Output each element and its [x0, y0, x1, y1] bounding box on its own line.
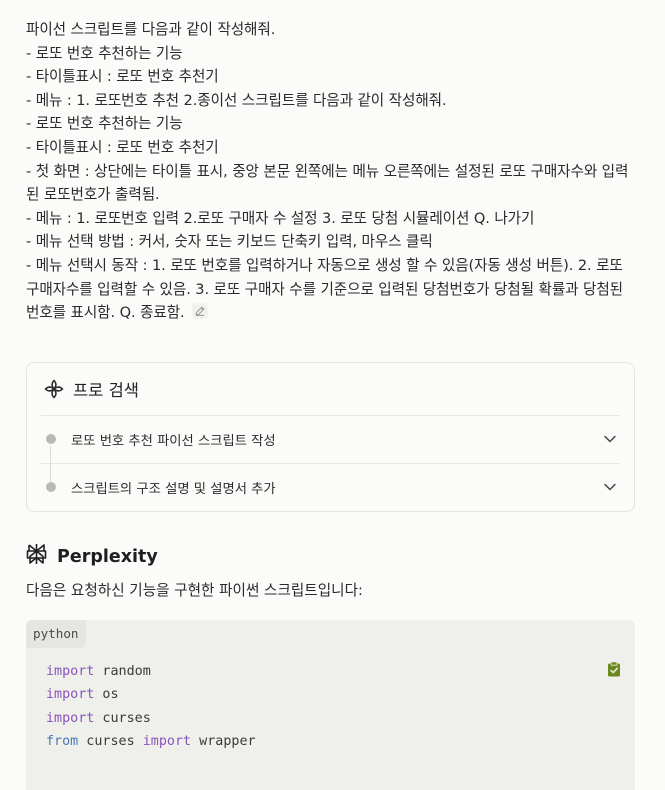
query-line: - 로또 번호 추천하는 기능 — [26, 115, 183, 133]
pro-search-header: 프로 검색 — [43, 376, 139, 402]
code-language-tag: python — [26, 620, 86, 648]
query-line: - 메뉴 : 1. 로또번호 추천 2.종이선 스크립트를 다음과 같이 작성해… — [26, 91, 447, 109]
chevron-down-icon[interactable] — [602, 479, 618, 495]
code-line: from curses import wrapper — [46, 730, 256, 753]
code-line: import os — [46, 683, 256, 706]
step-check-icon — [46, 434, 56, 444]
pro-search-icon — [43, 378, 65, 400]
code-text: curses — [78, 734, 143, 750]
query-line-last: - 메뉴 선택시 동작 : 1. 로또 번호를 입력하거나 자동으로 생성 할 … — [26, 254, 636, 325]
user-query: 파이선 스크립트를 다음과 같이 작성해줘. - 로또 번호 추천하는 기능 -… — [26, 18, 636, 325]
code-text: wrapper — [191, 734, 256, 750]
query-line: - 타이틀표시 : 로또 번호 추천기 — [26, 68, 219, 86]
code-keyword: from — [46, 734, 79, 750]
query-line: - 로또 번호 추천하는 기능 — [26, 44, 183, 62]
answer-header: Perplexity — [26, 543, 158, 570]
step-label: 로또 번호 추천 파이선 스크립트 작성 — [71, 433, 276, 449]
code-text: random — [94, 664, 151, 679]
query-line: - 첫 화면 : 상단에는 타이틀 표시, 중앙 본문 왼쪽에는 메뉴 오른쪽에… — [26, 162, 629, 204]
code-content: import random import os import curses from … — [46, 660, 256, 754]
code-keyword: import — [46, 687, 95, 703]
answer-intro-text: 다음은 요청하신 기능을 구현한 파이썬 스크립트입니다: — [26, 582, 363, 599]
answer-source-name: Perplexity — [57, 546, 158, 567]
code-line: import curses — [46, 707, 256, 730]
code-keyword: import — [142, 734, 192, 750]
query-line-text: - 메뉴 선택시 동작 : 1. 로또 번호를 입력하거나 자동으로 생성 할 … — [26, 256, 623, 322]
step-label: 스크립트의 구조 설명 및 설명서 추가 — [71, 481, 276, 497]
query-line: 파이선 스크립트를 다음과 같이 작성해줘. — [26, 21, 276, 38]
query-line: - 타이틀표시 : 로또 번호 추천기 — [26, 138, 219, 156]
query-line: - 메뉴 선택 방법 : 커서, 숫자 또는 키보드 단축키 입력, 마우스 클… — [26, 233, 433, 251]
clipboard-check-icon[interactable] — [607, 661, 621, 677]
pro-search-step[interactable]: 로또 번호 추천 파이선 스크립트 작성 — [41, 415, 620, 462]
pencil-edit-icon[interactable] — [191, 302, 209, 320]
perplexity-logo-icon — [26, 543, 47, 570]
code-keyword: import — [46, 664, 95, 679]
pro-search-panel: 프로 검색 로또 번호 추천 파이선 스크립트 작성 스크립트의 구조 설명 및… — [26, 362, 635, 512]
code-block: python import random import os import curs… — [26, 620, 635, 790]
pro-search-title: 프로 검색 — [73, 381, 139, 400]
code-text: curses — [94, 710, 151, 726]
pro-search-step[interactable]: 스크립트의 구조 설명 및 설명서 추가 — [41, 463, 620, 510]
code-keyword: import — [46, 710, 95, 726]
code-line: import random — [46, 660, 256, 683]
chevron-down-icon[interactable] — [602, 431, 618, 447]
query-line: - 메뉴 : 1. 로또번호 입력 2.로또 구매자 수 설정 3. 로또 당첨… — [26, 209, 535, 227]
step-check-icon — [46, 482, 56, 492]
code-text: os — [94, 687, 119, 703]
